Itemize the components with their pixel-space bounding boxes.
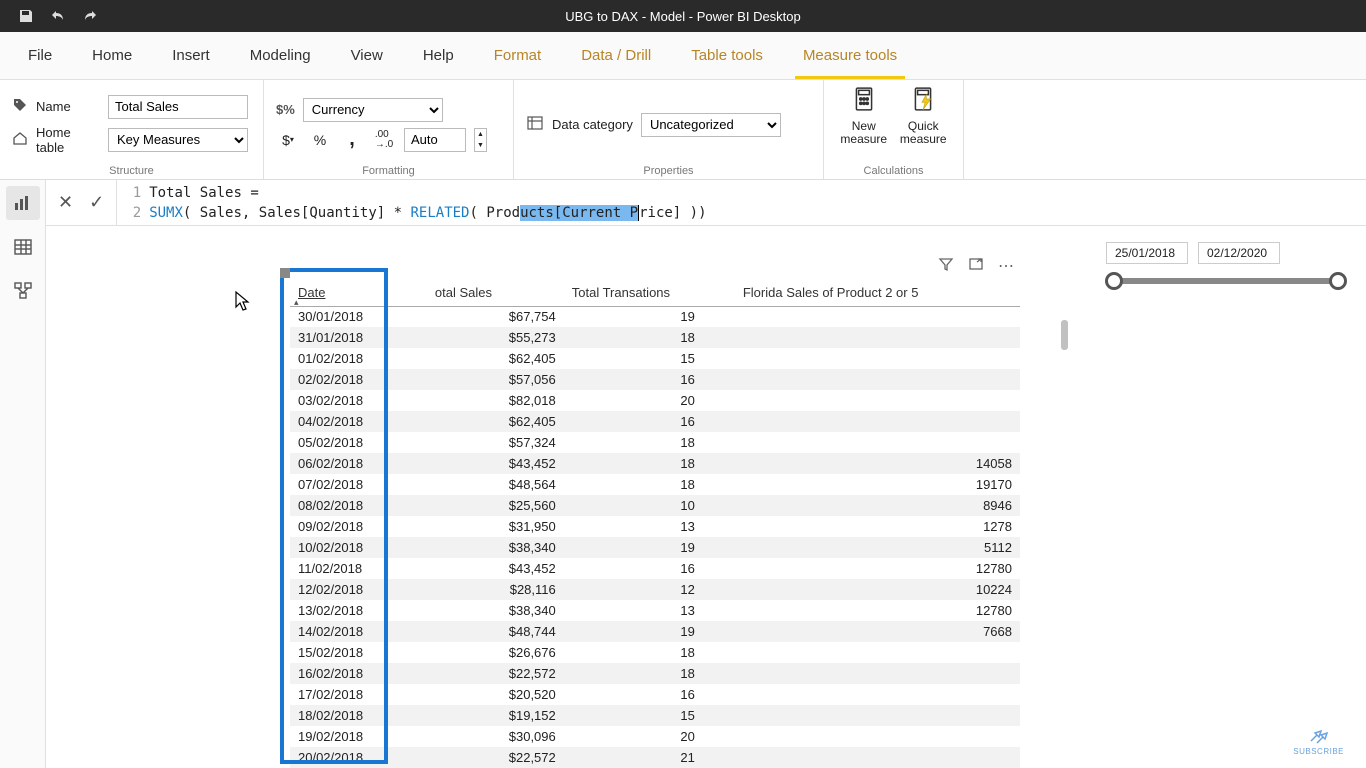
- tab-modeling[interactable]: Modeling: [230, 32, 331, 79]
- redo-icon[interactable]: [82, 8, 98, 24]
- slicer-start-date[interactable]: 25/01/2018: [1106, 242, 1188, 264]
- name-label: Name: [36, 99, 100, 114]
- table-row[interactable]: 18/02/2018$19,15215: [290, 705, 1020, 726]
- tab-data-drill[interactable]: Data / Drill: [561, 32, 671, 79]
- table-row[interactable]: 01/02/2018$62,40515: [290, 348, 1020, 369]
- new-measure-button[interactable]: New measure: [836, 86, 892, 146]
- subscribe-watermark: SUBSCRIBE: [1293, 729, 1344, 756]
- calculator-icon: [851, 86, 877, 118]
- formula-editor[interactable]: 1Total Sales = 2SUMX( Sales, Sales[Quant…: [117, 180, 1366, 225]
- slicer-handle-end[interactable]: [1329, 272, 1347, 290]
- cancel-formula-button[interactable]: ✕: [58, 192, 73, 213]
- table-row[interactable]: 15/02/2018$26,67618: [290, 642, 1020, 663]
- table-row[interactable]: 03/02/2018$82,01820: [290, 390, 1020, 411]
- measure-name-input[interactable]: [108, 95, 248, 119]
- decimal-button[interactable]: .00→.0: [372, 128, 396, 152]
- table-row[interactable]: 08/02/2018$25,560108946: [290, 495, 1020, 516]
- slicer-handle-start[interactable]: [1105, 272, 1123, 290]
- table-row[interactable]: 30/01/2018$67,75419: [290, 306, 1020, 327]
- slicer-track[interactable]: [1114, 278, 1338, 284]
- cursor-icon: [234, 290, 252, 317]
- tab-insert[interactable]: Insert: [152, 32, 230, 79]
- ribbon-tabs: File Home Insert Modeling View Help Form…: [0, 32, 1366, 80]
- slicer-end-date[interactable]: 02/12/2020: [1198, 242, 1280, 264]
- table-row[interactable]: 04/02/2018$62,40516: [290, 411, 1020, 432]
- group-label-properties: Properties: [526, 163, 811, 177]
- table-row[interactable]: 10/02/2018$38,340195112: [290, 537, 1020, 558]
- table-row[interactable]: 06/02/2018$43,4521814058: [290, 453, 1020, 474]
- table-row[interactable]: 31/01/2018$55,27318: [290, 327, 1020, 348]
- col-header-total-sales[interactable]: otal Sales: [427, 280, 564, 306]
- formula-bar: ✕ ✓ 1Total Sales = 2SUMX( Sales, Sales[Q…: [0, 180, 1366, 226]
- decimals-input[interactable]: [404, 128, 466, 152]
- table-row[interactable]: 16/02/2018$22,57218: [290, 663, 1020, 684]
- focus-mode-icon[interactable]: [968, 256, 984, 272]
- visual-header: ⋯: [938, 256, 1014, 272]
- home-table-label: Home table: [36, 125, 100, 155]
- group-label-calculations: Calculations: [836, 163, 951, 177]
- data-view-button[interactable]: [6, 230, 40, 264]
- col-header-date[interactable]: Date: [290, 280, 427, 306]
- model-view-button[interactable]: [6, 274, 40, 308]
- table-row[interactable]: 05/02/2018$57,32418: [290, 432, 1020, 453]
- more-options-icon[interactable]: ⋯: [998, 256, 1014, 272]
- report-view-button[interactable]: [6, 186, 40, 220]
- tab-format[interactable]: Format: [474, 32, 562, 79]
- quick-measure-icon: [910, 86, 936, 118]
- table-row[interactable]: 02/02/2018$57,05616: [290, 369, 1020, 390]
- date-slicer[interactable]: 25/01/2018 02/12/2020: [1106, 242, 1346, 294]
- ribbon: Name Home table Key Measures Structure $…: [0, 80, 1366, 180]
- quick-measure-button[interactable]: Quick measure: [896, 86, 952, 146]
- col-header-total-transactions[interactable]: Total Transations: [564, 280, 735, 306]
- tag-icon: [12, 97, 28, 116]
- title-bar: UBG to DAX - Model - Power BI Desktop: [0, 0, 1366, 32]
- tab-help[interactable]: Help: [403, 32, 474, 79]
- thousands-button[interactable]: ,: [340, 128, 364, 152]
- group-label-formatting: Formatting: [276, 163, 501, 177]
- table-row[interactable]: 20/02/2018$22,57221: [290, 747, 1020, 768]
- table-row[interactable]: 14/02/2018$48,744197668: [290, 621, 1020, 642]
- table-row[interactable]: 07/02/2018$48,5641819170: [290, 474, 1020, 495]
- table-row[interactable]: 13/02/2018$38,3401312780: [290, 600, 1020, 621]
- table-row[interactable]: 11/02/2018$43,4521612780: [290, 558, 1020, 579]
- undo-icon[interactable]: [50, 8, 66, 24]
- tab-table-tools[interactable]: Table tools: [671, 32, 783, 79]
- percent-button[interactable]: %: [308, 128, 332, 152]
- group-label-structure: Structure: [12, 163, 251, 177]
- home-icon: [12, 130, 28, 149]
- table-row[interactable]: 17/02/2018$20,52016: [290, 684, 1020, 705]
- tab-view[interactable]: View: [331, 32, 403, 79]
- window-title: UBG to DAX - Model - Power BI Desktop: [565, 9, 801, 24]
- table-row[interactable]: 19/02/2018$30,09620: [290, 726, 1020, 747]
- format-icon: $%: [276, 102, 295, 117]
- home-table-select[interactable]: Key Measures: [108, 128, 248, 152]
- table-scrollbar[interactable]: [1060, 286, 1070, 768]
- data-category-label: Data category: [552, 117, 633, 132]
- report-canvas[interactable]: ⋯ Date otal Sales Total Transations Flor…: [46, 226, 1366, 768]
- filter-icon[interactable]: [938, 256, 954, 272]
- format-select[interactable]: Currency: [303, 98, 443, 122]
- table-row[interactable]: 09/02/2018$31,950131278: [290, 516, 1020, 537]
- col-header-florida-sales[interactable]: Florida Sales of Product 2 or 5: [735, 280, 1020, 306]
- commit-formula-button[interactable]: ✓: [89, 192, 104, 213]
- tab-file[interactable]: File: [8, 32, 72, 79]
- data-table-visual[interactable]: Date otal Sales Total Transations Florid…: [290, 280, 1020, 768]
- table-row[interactable]: 12/02/2018$28,1161210224: [290, 579, 1020, 600]
- data-category-select[interactable]: Uncategorized: [641, 113, 781, 137]
- save-icon[interactable]: [18, 8, 34, 24]
- category-icon: [526, 114, 544, 135]
- tab-home[interactable]: Home: [72, 32, 152, 79]
- decimals-stepper[interactable]: ▲▼: [474, 128, 487, 152]
- currency-button[interactable]: $ ▾: [276, 128, 300, 152]
- tab-measure-tools[interactable]: Measure tools: [783, 32, 917, 79]
- view-rail: [0, 180, 46, 768]
